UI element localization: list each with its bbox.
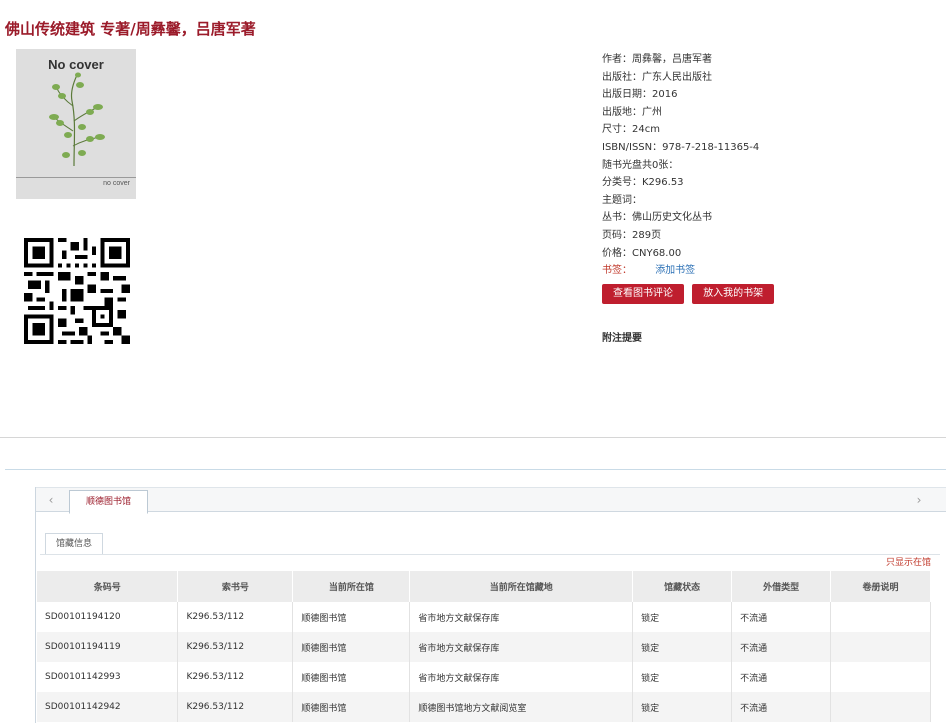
info-publisher: 出版社：广东人民出版社 [602,71,712,83]
col-header-location[interactable]: 当前所在馆藏地 [409,571,634,602]
info-pub-date: 出版日期：2016 [602,89,678,101]
action-buttons: 查看图书评论 放入我的书架 [602,284,779,304]
chevron-right-icon[interactable]: › [910,491,928,509]
library-tab-strip: ‹ 顺德图书馆 › [36,487,946,514]
cell-status: 锁定 [632,662,733,692]
cell-library: 顺德图书馆 [292,692,411,722]
info-disc-count: 随书光盘共0张： [602,159,679,171]
cell-location: 省市地方文献保存库 [409,662,634,692]
cell-location: 省市地方文献保存库 [409,602,634,632]
cell-status: 锁定 [632,692,733,722]
cover-bottom-text: no cover [103,180,130,187]
add-to-shelf-button[interactable]: 放入我的书架 [692,284,775,304]
col-header-volume-note[interactable]: 卷册说明 [830,571,931,602]
cell-barcode: SD00101142993 [37,662,179,692]
cell-call-number: K296.53/112 [177,632,294,662]
tag-label: 书签： [602,265,632,277]
cell-loan-type: 不流通 [731,662,832,692]
table-row[interactable]: SD00101142993 K296.53/112 顺德图书馆 省市地方文献保存… [37,662,931,692]
tab-holdings-info[interactable]: 馆藏信息 [45,533,104,554]
plant-illustration [49,72,105,167]
cell-volume-note [830,602,931,632]
cell-barcode: SD00101194120 [37,602,179,632]
cell-library: 顺德图书馆 [292,602,411,632]
cell-library: 顺德图书馆 [292,632,411,662]
cell-location: 省市地方文献保存库 [409,632,634,662]
info-pub-place: 出版地：广州 [602,106,662,118]
cover-top-text: No cover [48,57,104,72]
cell-location: 顺德图书馆地方文献阅览室 [409,692,634,722]
cover-divider [16,177,136,178]
cell-call-number: K296.53/112 [177,602,294,632]
table-row[interactable]: SD00101142942 K296.53/112 顺德图书馆 顺德图书馆地方文… [37,692,931,722]
cell-loan-type: 不流通 [731,632,832,662]
col-header-library[interactable]: 当前所在馆 [292,571,411,602]
cell-loan-type: 不流通 [731,602,832,632]
notes-heading: 附注提要 [602,333,642,344]
holdings-table: 条码号 索书号 当前所在馆 当前所在馆藏地 馆藏状态 外借类型 卷册说明 SD0… [37,571,931,722]
info-classification: 分类号：K296.53 [602,177,684,189]
section-divider [0,437,946,438]
info-author: 作者：周彝馨，吕唐军著 [602,54,712,65]
col-header-status[interactable]: 馆藏状态 [632,571,733,602]
info-isbn: ISBN/ISSN：978-7-218-11365-4 [602,141,760,153]
info-series: 丛书：佛山历史文化丛书 [602,212,712,224]
qr-code [24,238,130,344]
info-size: 尺寸：24cm [602,124,660,136]
cell-volume-note [830,632,931,662]
book-cover-image: No cover no cover [16,49,136,199]
section-divider [5,469,946,470]
cell-call-number: K296.53/112 [177,692,294,722]
add-tag-link[interactable]: 添加书签 [655,265,695,276]
info-pages: 页码：289页 [602,229,662,241]
table-header-row: 条码号 索书号 当前所在馆 当前所在馆藏地 馆藏状态 外借类型 卷册说明 [37,571,931,602]
info-price: 价格：CNY68.00 [602,247,682,259]
cell-volume-note [830,692,931,722]
page-title: 佛山传统建筑 专著/周彝馨，吕唐军著 [5,20,256,38]
cell-call-number: K296.53/112 [177,662,294,692]
table-row[interactable]: SD00101194120 K296.53/112 顺德图书馆 省市地方文献保存… [37,602,931,632]
cell-library: 顺德图书馆 [292,662,411,692]
col-header-call-number[interactable]: 索书号 [177,571,294,602]
cell-volume-note [830,662,931,692]
table-row[interactable]: SD00101194119 K296.53/112 顺德图书馆 省市地方文献保存… [37,632,931,662]
cell-status: 锁定 [632,602,733,632]
cell-status: 锁定 [632,632,733,662]
info-subject: 主题词： [602,194,642,206]
subtab-divider [40,554,940,555]
chevron-left-icon[interactable]: ‹ [42,491,60,509]
cell-loan-type: 不流通 [731,692,832,722]
info-tags: 书签： 添加书签 [602,262,759,280]
col-header-loan-type[interactable]: 外借类型 [731,571,832,602]
view-reviews-button[interactable]: 查看图书评论 [602,284,684,304]
tab-shunde-library[interactable]: 顺德图书馆 [69,490,148,514]
holdings-panel: ‹ 顺德图书馆 › 馆藏信息 只显示在馆 条码号 索书号 当前所在馆 当前所在馆… [35,487,946,723]
col-header-barcode[interactable]: 条码号 [37,571,179,602]
cell-barcode: SD00101142942 [37,692,179,722]
book-info-list: 作者：周彝馨，吕唐军著 出版社：广东人民出版社 出版日期：2016 出版地：广州… [602,51,759,280]
show-available-only-link[interactable]: 只显示在馆 [886,555,931,568]
cell-barcode: SD00101194119 [37,632,179,662]
